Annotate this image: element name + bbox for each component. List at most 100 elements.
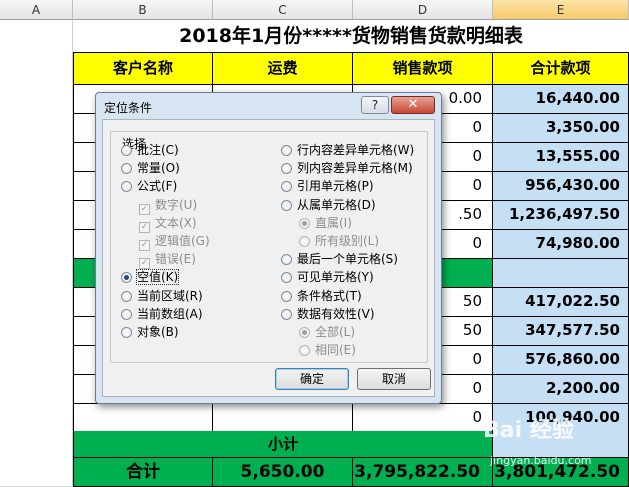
column-header-b[interactable]: B: [73, 0, 213, 20]
option-label: 行内容差异单元格(W): [297, 143, 415, 157]
total-cell[interactable]: [493, 259, 629, 288]
ok-button[interactable]: 确定: [275, 368, 349, 390]
dialog-body: 选择 批注(C) 常量(O) 公式(F) ✓ 数字(U) ✓ 文本(X) ✓ 逻辑值(G) ✓ 错误…: [102, 119, 435, 397]
option-label: 公式(F): [137, 179, 178, 194]
header-total[interactable]: 合计款项: [493, 52, 629, 85]
option-right-9[interactable]: 数据有效性(V): [281, 306, 375, 322]
option-label: 逻辑值(G): [155, 234, 210, 248]
grand-total-label[interactable]: 合计: [73, 458, 213, 487]
column-a-cells[interactable]: [0, 20, 73, 487]
option-right-1[interactable]: 列内容差异单元格(M): [281, 160, 413, 176]
column-header-e[interactable]: E: [493, 0, 629, 20]
radio-icon[interactable]: [121, 272, 132, 284]
close-button[interactable]: ✕: [391, 96, 435, 114]
option-left-4[interactable]: ✓ 文本(X): [139, 215, 197, 233]
option-right-10[interactable]: 全部(L): [299, 324, 355, 340]
selection-group: 选择 批注(C) 常量(O) 公式(F) ✓ 数字(U) ✓ 文本(X) ✓ 逻辑值(G) ✓ 错误…: [110, 131, 428, 363]
radio-icon[interactable]: [121, 327, 132, 338]
column-header-d[interactable]: D: [353, 0, 493, 20]
option-label: 可见单元格(Y): [297, 270, 374, 285]
radio-icon[interactable]: [121, 308, 132, 320]
option-label: 错误(E): [155, 252, 196, 267]
header-sales[interactable]: 销售款项: [353, 52, 493, 85]
option-label: 引用单元格(P): [297, 179, 374, 194]
total-cell[interactable]: 74,980.00: [493, 230, 629, 259]
option-right-6[interactable]: 最后一个单元格(S): [281, 251, 398, 267]
total-cell[interactable]: 576,860.00: [493, 346, 629, 375]
total-cell[interactable]: 16,440.00: [493, 85, 629, 114]
grand-total-freight[interactable]: 5,650.00: [213, 458, 353, 487]
option-label: 对象(B): [137, 325, 179, 339]
option-right-4[interactable]: 直属(I): [299, 215, 352, 231]
radio-icon[interactable]: [299, 327, 310, 338]
column-header-a[interactable]: A: [0, 0, 73, 20]
option-right-5[interactable]: 所有级别(L): [299, 233, 379, 249]
radio-icon[interactable]: [281, 199, 292, 211]
total-cell[interactable]: 3,350.00: [493, 114, 629, 143]
option-left-8[interactable]: 当前区域(R): [121, 288, 203, 304]
cancel-button[interactable]: 取消: [357, 368, 431, 390]
radio-icon[interactable]: [121, 290, 132, 302]
checkbox-icon[interactable]: ✓: [139, 240, 150, 251]
option-right-0[interactable]: 行内容差异单元格(W): [281, 142, 414, 158]
grand-total-sales[interactable]: 3,795,822.50: [353, 458, 493, 487]
option-left-0[interactable]: 批注(C): [121, 142, 179, 158]
checkbox-icon[interactable]: ✓: [139, 258, 150, 270]
option-label: 空值(K): [135, 269, 180, 286]
header-freight[interactable]: 运费: [213, 52, 353, 85]
option-left-1[interactable]: 常量(O): [121, 160, 180, 176]
option-right-11[interactable]: 相同(E): [299, 342, 356, 358]
option-right-2[interactable]: 引用单元格(P): [281, 178, 374, 194]
option-label: 直属(I): [315, 215, 352, 230]
radio-icon[interactable]: [281, 290, 292, 302]
checkbox-icon[interactable]: ✓: [139, 221, 150, 233]
radio-icon[interactable]: [121, 145, 132, 156]
column-header-c[interactable]: C: [213, 0, 353, 20]
customer-cell[interactable]: [73, 404, 213, 433]
sheet-title[interactable]: 2018年1月份*****货物销售货款明细表: [73, 20, 629, 52]
option-label: 列内容差异单元格(M): [297, 161, 413, 176]
option-label: 所有级别(L): [315, 234, 380, 248]
total-cell[interactable]: 347,577.50: [493, 317, 629, 346]
total-cell[interactable]: 13,555.00: [493, 143, 629, 172]
option-right-8[interactable]: 条件格式(T): [281, 288, 362, 304]
option-left-2[interactable]: 公式(F): [121, 178, 177, 194]
total-cell[interactable]: 417,022.50: [493, 288, 629, 317]
radio-icon[interactable]: [299, 217, 310, 229]
option-label: 数字(U): [155, 197, 198, 212]
radio-icon[interactable]: [281, 308, 292, 320]
subtotal-row[interactable]: 小计: [73, 431, 493, 458]
freight-cell[interactable]: [213, 404, 353, 433]
header-customer[interactable]: 客户名称: [73, 52, 213, 85]
radio-icon[interactable]: [281, 145, 292, 156]
option-left-7[interactable]: 空值(K): [121, 269, 180, 286]
total-cell[interactable]: 1,236,497.50: [493, 201, 629, 230]
dialog-title: 定位条件: [104, 101, 153, 115]
option-left-9[interactable]: 当前数组(A): [121, 306, 203, 322]
radio-icon[interactable]: [299, 236, 310, 247]
option-label: 条件格式(T): [297, 288, 362, 303]
checkbox-icon[interactable]: ✓: [139, 203, 150, 215]
option-left-6[interactable]: ✓ 错误(E): [139, 251, 196, 270]
goto-special-dialog: 定位条件 ? ✕ 选择 批注(C) 常量(O) 公式(F) ✓ 数字(U) ✓ 文本(X) ✓…: [95, 92, 442, 404]
option-right-7[interactable]: 可见单元格(Y): [281, 269, 374, 285]
radio-icon[interactable]: [281, 181, 292, 193]
radio-icon[interactable]: [281, 163, 292, 175]
option-left-3[interactable]: ✓ 数字(U): [139, 197, 198, 215]
help-button[interactable]: ?: [361, 96, 389, 114]
option-label: 文本(X): [155, 215, 197, 230]
radio-icon[interactable]: [281, 254, 292, 266]
option-label: 从属单元格(D): [297, 197, 376, 212]
option-left-5[interactable]: ✓ 逻辑值(G): [139, 233, 210, 251]
option-left-10[interactable]: 对象(B): [121, 324, 179, 340]
option-label: 相同(E): [315, 343, 356, 358]
total-cell[interactable]: 956,430.00: [493, 172, 629, 201]
radio-icon[interactable]: [281, 272, 292, 284]
option-right-3[interactable]: 从属单元格(D): [281, 197, 376, 213]
total-cell[interactable]: 2,200.00: [493, 375, 629, 404]
radio-icon[interactable]: [299, 345, 310, 357]
radio-icon[interactable]: [121, 181, 132, 193]
sales-cell[interactable]: 0: [353, 404, 493, 433]
radio-icon[interactable]: [121, 163, 132, 175]
option-label: 常量(O): [137, 161, 180, 176]
